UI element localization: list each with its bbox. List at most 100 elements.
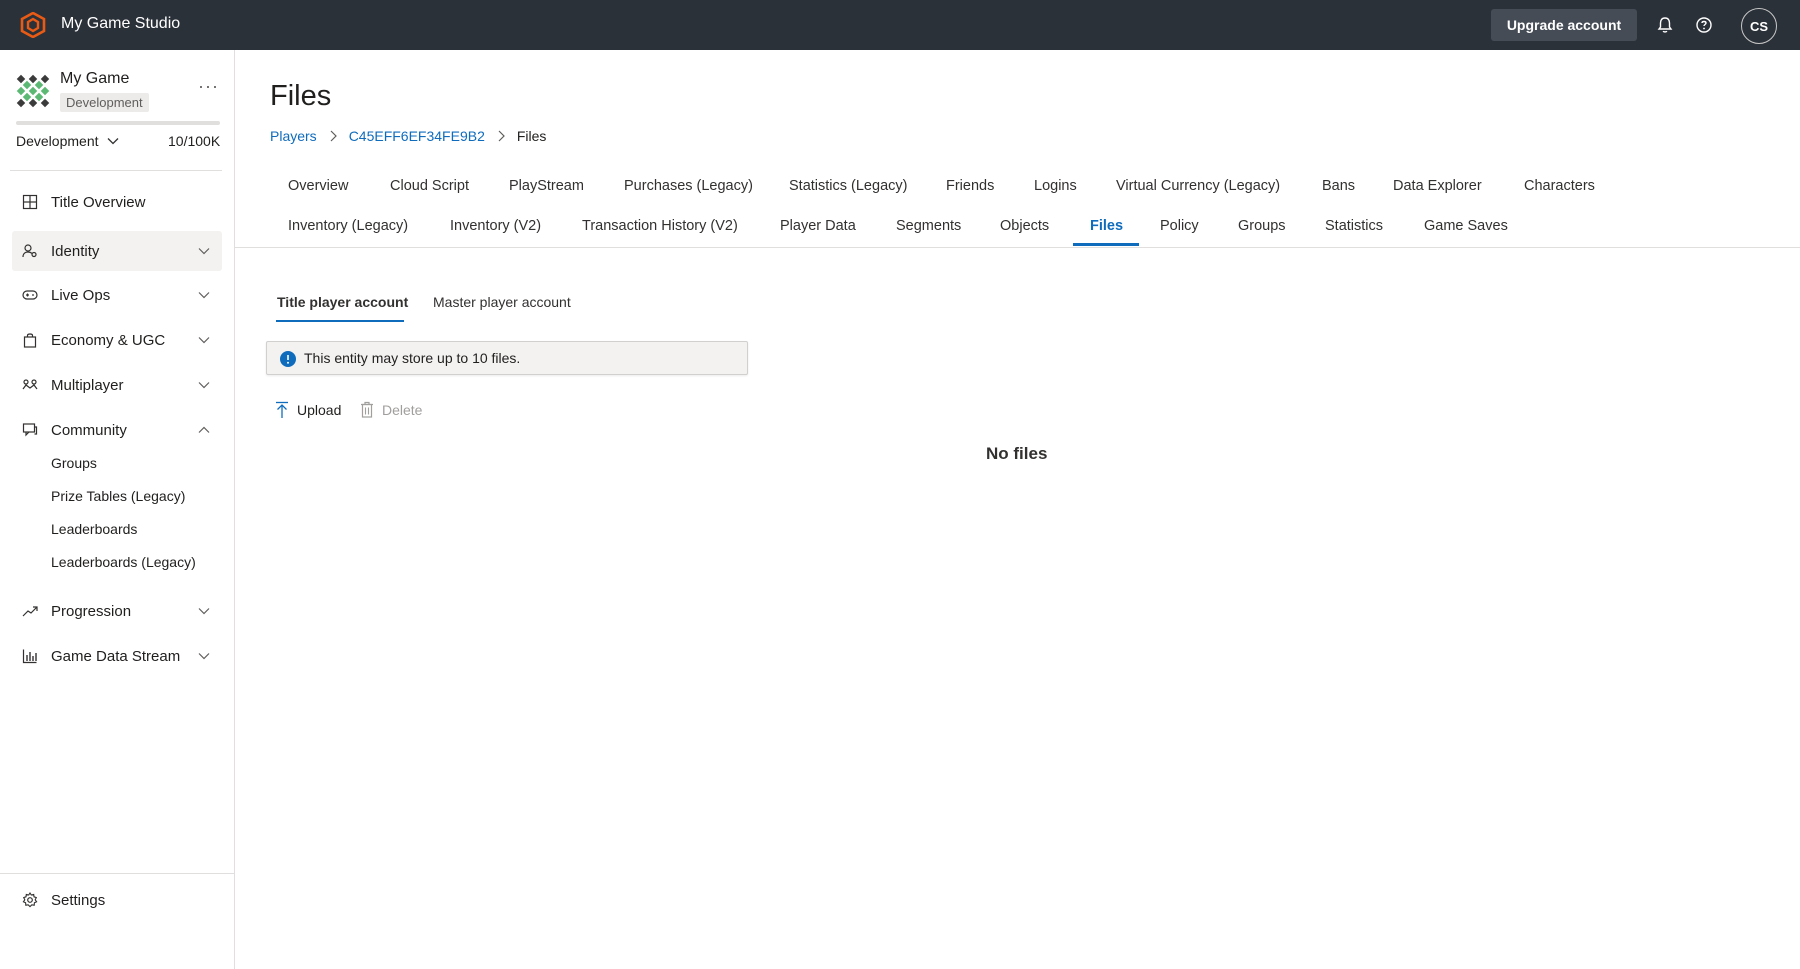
grid-icon [22,194,38,210]
sidebar-item-label: Live Ops [51,286,111,304]
tab-segments[interactable]: Segments [896,218,961,234]
gear-icon [22,892,38,908]
chevron-down-icon [198,653,210,660]
help-icon[interactable] [1694,15,1714,35]
tab-bans[interactable]: Bans [1322,178,1355,194]
gamepad-icon [22,290,38,300]
delete-label: Delete [382,401,423,418]
sidebar-item-progression[interactable]: Progression [12,591,222,631]
sidebar-subitem-leaderboards[interactable]: Leaderboards [51,521,137,537]
identity-icon [22,244,37,258]
chevron-right-icon [330,130,337,142]
tab-statistics-legacy[interactable]: Statistics (Legacy) [789,178,907,194]
chevron-down-icon [107,138,118,145]
top-bar: My Game Studio Upgrade account CS [0,0,1800,50]
chevron-down-icon [198,292,210,299]
subtab-title-player-account[interactable]: Title player account [277,294,408,310]
chevron-down-icon [198,608,210,615]
info-message-text: This entity may store up to 10 files. [304,350,521,366]
upload-icon [276,401,288,418]
settings-label: Settings [51,892,106,909]
multiplayer-icon [22,379,38,390]
tab-inventory-v2[interactable]: Inventory (V2) [450,218,541,234]
environment-select-label: Development [16,133,99,149]
tab-groups[interactable]: Groups [1238,218,1286,234]
breadcrumb: Players C45EFF6EF34FE9B2 Files [270,128,546,144]
quota-progress-bar [16,121,220,125]
sidebar: My Game Development ··· Development 10/1… [0,50,235,969]
trash-icon [361,401,373,418]
game-name[interactable]: My Game [60,70,129,88]
sidebar-item-label: Game Data Stream [51,647,181,665]
delete-button[interactable]: Delete [360,401,422,418]
sidebar-item-label: Identity [51,242,100,260]
tab-transaction-history-v2[interactable]: Transaction History (V2) [582,218,738,234]
sidebar-item-identity[interactable]: Identity [12,231,222,271]
info-message-bar: This entity may store up to 10 files. [266,341,748,375]
breadcrumb-players-link[interactable]: Players [270,128,317,144]
sidebar-item-live-ops[interactable]: Live Ops [12,275,222,315]
tab-inventory-legacy[interactable]: Inventory (Legacy) [288,218,408,234]
sidebar-item-title-overview[interactable]: Title Overview [12,182,222,222]
settings-divider [0,873,235,874]
sidebar-subitem-groups[interactable]: Groups [51,455,97,471]
chevron-down-icon [198,248,210,255]
more-options-icon[interactable]: ··· [198,76,219,97]
chevron-right-icon [498,130,505,142]
breadcrumb-player-id-link[interactable]: C45EFF6EF34FE9B2 [349,128,485,144]
sidebar-subitem-leaderboards-legacy[interactable]: Leaderboards (Legacy) [51,554,196,570]
tab-objects[interactable]: Objects [1000,218,1049,234]
environment-select[interactable]: Development [16,133,119,149]
sidebar-item-game-data-stream[interactable]: Game Data Stream [12,636,222,676]
tab-game-saves[interactable]: Game Saves [1424,218,1508,234]
game-icon [16,74,50,108]
shopping-bag-icon [23,333,37,348]
upgrade-account-button[interactable]: Upgrade account [1491,9,1637,41]
tab-cloud-script[interactable]: Cloud Script [390,178,469,194]
tab-playstream[interactable]: PlayStream [509,178,584,194]
environment-badge: Development [60,93,149,112]
app-title[interactable]: My Game Studio [61,15,180,33]
studio-logo-icon[interactable] [20,12,46,38]
breadcrumb-current: Files [516,128,547,144]
tab-logins[interactable]: Logins [1034,178,1077,194]
sidebar-item-economy-ugc[interactable]: Economy & UGC [12,320,222,360]
tab-purchases-legacy[interactable]: Purchases (Legacy) [624,178,753,194]
sidebar-divider [10,170,222,171]
empty-state-message: No files [986,444,1048,463]
bell-icon[interactable] [1655,15,1675,35]
trend-icon [22,606,38,617]
upload-button[interactable]: Upload [275,401,341,419]
subtab-master-player-account[interactable]: Master player account [433,294,571,310]
sidebar-item-community[interactable]: Community [12,410,222,450]
active-subtab-indicator [276,320,404,322]
sidebar-item-label: Progression [51,602,132,620]
chevron-up-icon [198,426,210,433]
chat-icon [22,423,38,437]
tab-statistics[interactable]: Statistics [1325,218,1383,234]
bar-chart-icon [22,649,37,664]
user-avatar[interactable]: CS [1741,8,1777,44]
info-icon [280,351,296,367]
tab-friends[interactable]: Friends [946,178,994,194]
sidebar-item-label: Economy & UGC [51,331,166,349]
tab-virtual-currency-legacy[interactable]: Virtual Currency (Legacy) [1116,178,1280,194]
chevron-down-icon [198,382,210,389]
active-tab-indicator [1073,243,1139,246]
quota-value: 10/100K [168,133,221,149]
page-title: Files [270,80,332,112]
upload-label: Upload [297,402,342,418]
sidebar-item-settings[interactable]: Settings [12,884,222,918]
tab-policy[interactable]: Policy [1160,218,1199,234]
tab-characters[interactable]: Characters [1524,178,1595,194]
sidebar-item-label: Multiplayer [51,376,124,394]
sidebar-item-multiplayer[interactable]: Multiplayer [12,365,222,405]
chevron-down-icon [198,337,210,344]
tab-files[interactable]: Files [1090,218,1123,234]
sidebar-subitem-prize-tables[interactable]: Prize Tables (Legacy) [51,488,185,504]
tab-data-explorer[interactable]: Data Explorer [1393,178,1482,194]
sidebar-item-label: Community [51,421,127,439]
tab-player-data[interactable]: Player Data [780,218,856,234]
tab-overview[interactable]: Overview [288,178,348,194]
tabs-divider [235,247,1800,248]
